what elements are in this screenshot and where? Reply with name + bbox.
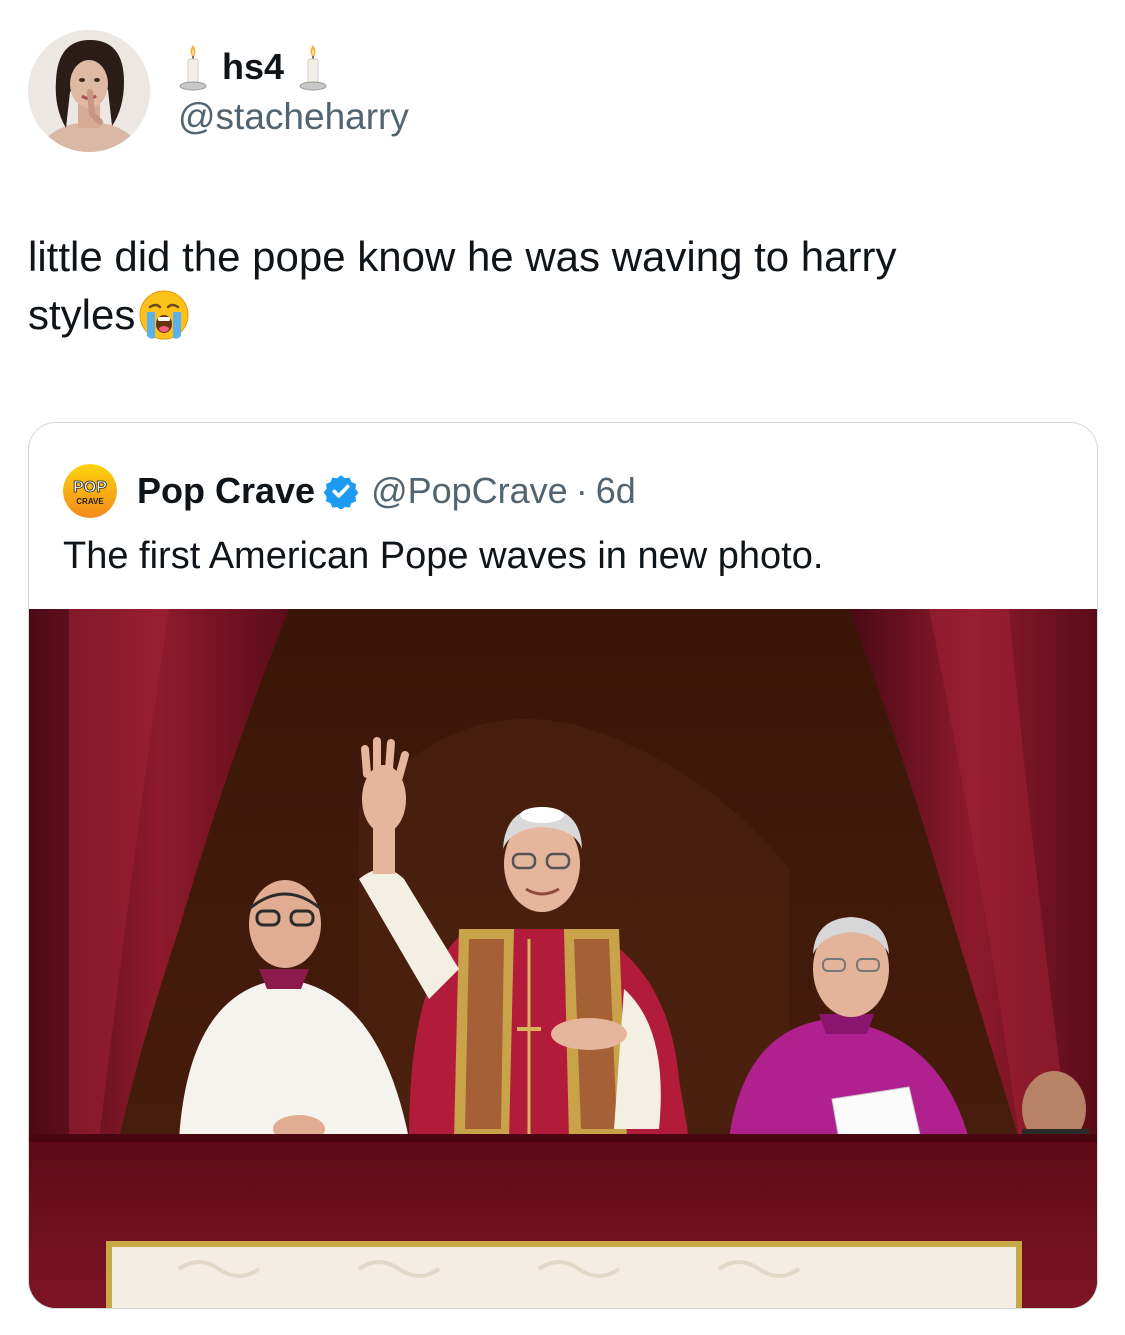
candle-icon	[179, 45, 207, 91]
loudly-crying-face-icon	[139, 290, 189, 340]
tweet-text-line-1: little did the pope know he was waving t…	[28, 233, 897, 280]
tweet-text: little did the pope know he was waving t…	[28, 228, 1088, 344]
author-avatar[interactable]	[28, 30, 150, 152]
popcrave-logo-pop: POP	[73, 479, 107, 496]
popcrave-avatar[interactable]: POP CRAVE	[63, 464, 117, 518]
quoted-tweet-card[interactable]: POP CRAVE Pop Crave @PopCrave · 6d The f…	[28, 422, 1098, 1309]
author-name-text: hs4	[222, 46, 285, 87]
verified-badge-icon	[323, 475, 359, 509]
quoted-tweet-photo[interactable]	[29, 609, 1097, 1308]
quoted-author-handle[interactable]: @PopCrave	[371, 470, 568, 512]
popcrave-logo-icon: POP CRAVE	[63, 464, 117, 518]
quoted-tweet-text: The first American Pope waves in new pho…	[63, 535, 824, 577]
quoted-tweet-header: POP CRAVE Pop Crave @PopCrave · 6d	[63, 464, 636, 518]
tweet: hs4 @stacheharry little did the pope kno…	[0, 0, 1125, 1335]
popcrave-logo-crave: CRAVE	[76, 497, 104, 506]
avatar-photo-icon	[28, 30, 150, 152]
tweet-text-line-2-wrap: styles	[28, 286, 191, 344]
author-handle[interactable]: @stacheharry	[178, 96, 409, 138]
header-separator: ·	[575, 470, 588, 511]
pope-balcony-photo	[29, 609, 1097, 1308]
tweet-text-line-2: styles	[28, 291, 136, 338]
candle-icon	[299, 45, 327, 91]
quoted-author-name[interactable]: Pop Crave	[137, 470, 315, 512]
author-display-name[interactable]: hs4	[178, 42, 328, 92]
quoted-tweet-timestamp[interactable]: 6d	[596, 470, 636, 512]
